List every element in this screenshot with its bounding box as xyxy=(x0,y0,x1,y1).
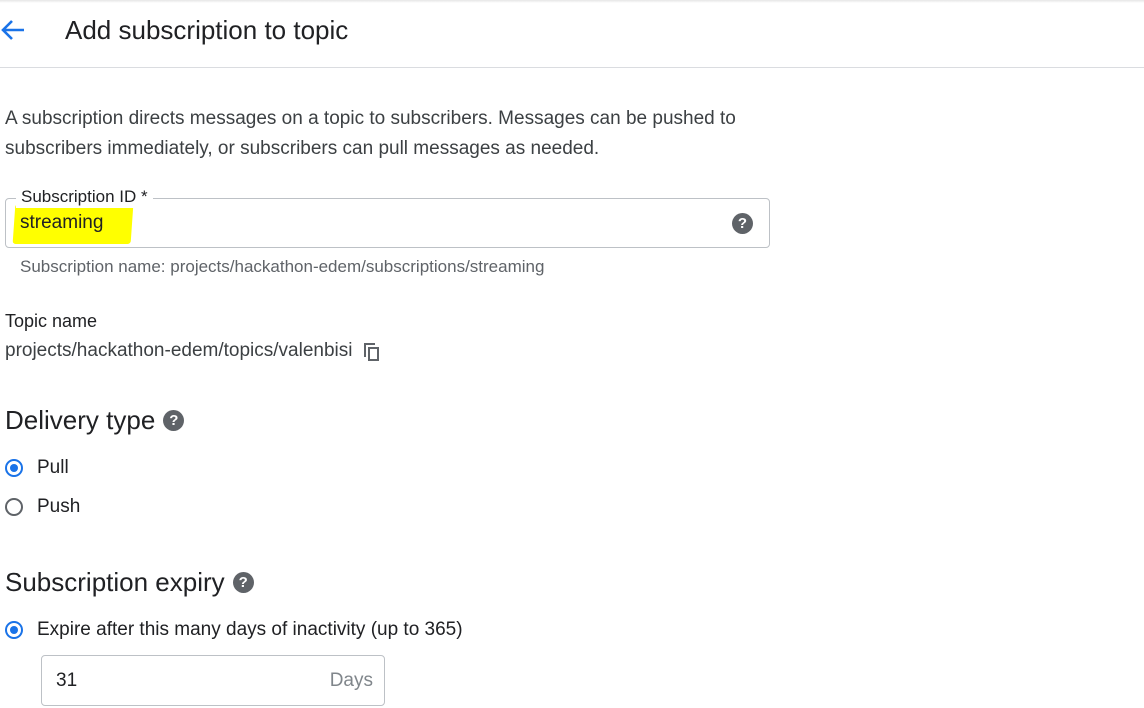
arrow-back-icon xyxy=(1,20,24,40)
delivery-type-title: Delivery type xyxy=(5,405,156,435)
radio-pull[interactable]: Pull xyxy=(5,456,69,480)
topic-name-label: Topic name xyxy=(5,311,98,331)
expiry-days-field[interactable]: Days xyxy=(41,655,385,706)
radio-expire-after-days[interactable]: Expire after this many days of inactivit… xyxy=(5,618,463,642)
subscription-expiry-title: Subscription expiry xyxy=(5,567,225,597)
subscription-id-input[interactable] xyxy=(20,208,620,238)
copy-icon[interactable] xyxy=(362,340,382,362)
expiry-days-input[interactable] xyxy=(56,667,296,695)
radio-button-checked[interactable] xyxy=(5,459,23,477)
radio-button-unchecked[interactable] xyxy=(5,498,23,516)
topic-name-value: projects/hackathon-edem/topics/valenbisi xyxy=(5,339,382,363)
help-icon[interactable]: ? xyxy=(163,409,185,431)
days-suffix: Days xyxy=(329,670,373,691)
delivery-type-heading: Delivery type ? xyxy=(5,404,185,436)
expire-option-label: Expire after this many days of inactivit… xyxy=(37,619,463,640)
subscription-description: A subscription directs messages on a top… xyxy=(5,108,736,159)
back-button[interactable] xyxy=(0,14,30,46)
help-icon[interactable]: ? xyxy=(232,571,254,593)
topic-name-text: projects/hackathon-edem/topics/valenbisi xyxy=(5,340,353,361)
help-icon[interactable]: ? xyxy=(732,213,753,234)
radio-push[interactable]: Push xyxy=(5,495,80,519)
subscription-id-field[interactable]: Subscription ID * ? xyxy=(5,186,770,248)
subscription-id-label: Subscription ID * xyxy=(16,186,153,208)
page-title: Add subscription to topic xyxy=(65,15,349,45)
subscription-expiry-heading: Subscription expiry ? xyxy=(5,566,254,598)
radio-pull-label: Pull xyxy=(37,457,69,478)
subscription-name-hint: Subscription name: projects/hackathon-ed… xyxy=(20,257,545,276)
radio-push-label: Push xyxy=(37,496,81,517)
radio-button-checked[interactable] xyxy=(5,621,23,639)
page-header: Add subscription to topic xyxy=(0,0,1144,68)
